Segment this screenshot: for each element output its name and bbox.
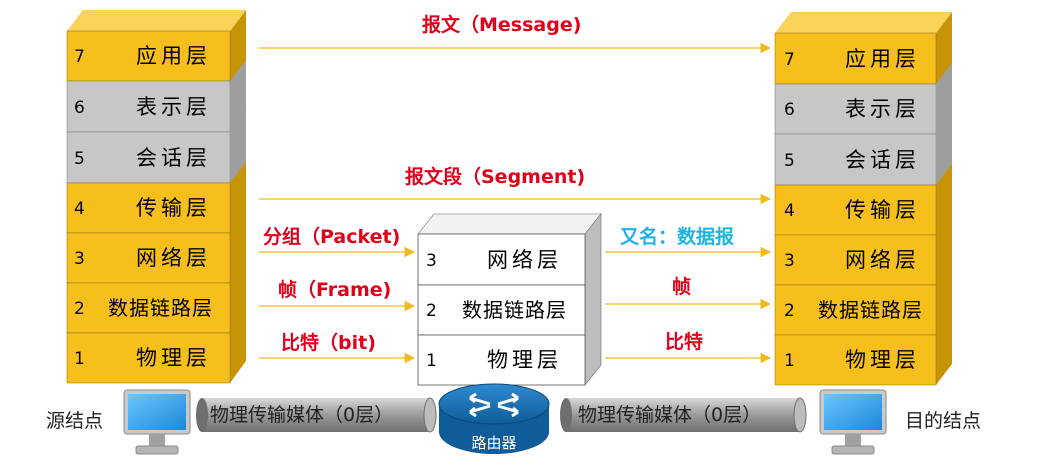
right-layer-6-label: 表示层 (845, 97, 920, 121)
router-stack: 3 网络层 2 数据链路层 1 物理层 (417, 213, 602, 386)
right-layer-7-num: 7 (784, 50, 795, 70)
left-layer-4-num: 4 (74, 199, 85, 219)
right-layer-5-label: 会话层 (845, 148, 920, 172)
left-layer-6-label: 表示层 (136, 95, 211, 119)
left-layer-4-label: 传输层 (136, 196, 211, 220)
left-layer-7-num: 7 (74, 47, 85, 67)
label-bit-right: 比特 (665, 331, 703, 353)
right-layer-1: 1 物理层 (774, 334, 937, 386)
left-layer-7-label: 应用层 (136, 44, 211, 68)
router-stack-top (417, 213, 602, 235)
label-frame: 帧（Frame) (278, 278, 391, 301)
router-layer-3: 3 网络层 (417, 233, 586, 286)
left-layer-1-num: 1 (74, 349, 85, 369)
left-layer-1: 1 物理层 (66, 332, 231, 384)
label-frame-right: 帧 (672, 275, 691, 298)
right-layer-6-num: 6 (784, 100, 795, 120)
right-layer-4-num: 4 (784, 201, 795, 221)
right-layer-3-label: 网络层 (845, 248, 920, 272)
network-layer-diagram: 7 应用层 6 表示层 5 会话层 4 传输层 3 网络层 2 数据链路层 1 … (46, 10, 981, 455)
left-layer-3: 3 网络层 (66, 232, 231, 284)
source-computer-icon (123, 389, 191, 455)
router-layer-1-label: 物理层 (487, 348, 562, 372)
right-layer-3: 3 网络层 (774, 234, 937, 286)
router-icon: 路由器 (438, 383, 550, 454)
left-cable: 物理传输媒体（0层） (196, 397, 437, 433)
right-layer-2: 2 数据链路层 (774, 284, 937, 336)
right-layer-5-num: 5 (784, 151, 795, 171)
label-packet: 分组（Packet) (263, 225, 400, 248)
router-layer-1: 1 物理层 (417, 334, 586, 386)
label-bit: 比特（bit) (281, 331, 376, 354)
left-layer-3-label: 网络层 (136, 246, 211, 270)
router-label: 路由器 (471, 434, 516, 452)
left-layer-2: 2 数据链路层 (66, 282, 231, 334)
right-layer-4-label: 传输层 (845, 198, 920, 222)
left-stack-top (67, 10, 246, 31)
left-layer-4: 4 传输层 (66, 182, 231, 234)
router-layer-1-num: 1 (426, 351, 437, 371)
left-layer-2-num: 2 (74, 299, 85, 319)
right-layer-2-label: 数据链路层 (818, 298, 923, 322)
router-layer-3-label: 网络层 (487, 248, 562, 272)
source-node-label: 源结点 (46, 410, 103, 432)
destination-computer-icon (819, 389, 887, 455)
right-layer-7: 7 应用层 (774, 32, 937, 85)
left-layer-6-num: 6 (74, 98, 85, 118)
router-layer-3-num: 3 (426, 251, 437, 271)
left-layer-7: 7 应用层 (66, 30, 231, 82)
label-message: 报文（Message) (422, 13, 581, 36)
right-layer-7-label: 应用层 (845, 47, 920, 71)
router-layer-2-label: 数据链路层 (462, 298, 567, 322)
label-datagram: 又名：数据报 (620, 225, 734, 248)
right-stack: 7 应用层 6 表示层 5 会话层 4 传输层 3 网络层 2 数据链路层 1 … (774, 12, 952, 386)
right-cable: 物理传输媒体（0层） (560, 397, 807, 433)
left-stack: 7 应用层 6 表示层 5 会话层 4 传输层 3 网络层 2 数据链路层 1 … (66, 10, 246, 384)
label-segment: 报文段（Segment) (405, 165, 585, 188)
router-layer-2-num: 2 (426, 301, 437, 321)
right-cable-label: 物理传输媒体（0层） (578, 404, 761, 426)
left-layer-5-label: 会话层 (136, 146, 211, 170)
destination-node-label: 目的结点 (905, 410, 981, 432)
left-cable-label: 物理传输媒体（0层） (210, 404, 393, 426)
left-layer-1-label: 物理层 (136, 346, 211, 370)
left-layer-2-label: 数据链路层 (108, 296, 213, 320)
right-layer-1-num: 1 (784, 351, 795, 371)
left-layer-5-num: 5 (74, 149, 85, 169)
left-layer-3-num: 3 (74, 249, 85, 269)
right-layer-1-label: 物理层 (845, 348, 920, 372)
router-layer-2: 2 数据链路层 (417, 284, 586, 336)
router-stack-side (584, 213, 602, 386)
right-layer-2-num: 2 (784, 301, 795, 321)
right-stack-top (775, 12, 952, 33)
right-layer-4: 4 传输层 (774, 184, 937, 236)
right-layer-3-num: 3 (784, 251, 795, 271)
